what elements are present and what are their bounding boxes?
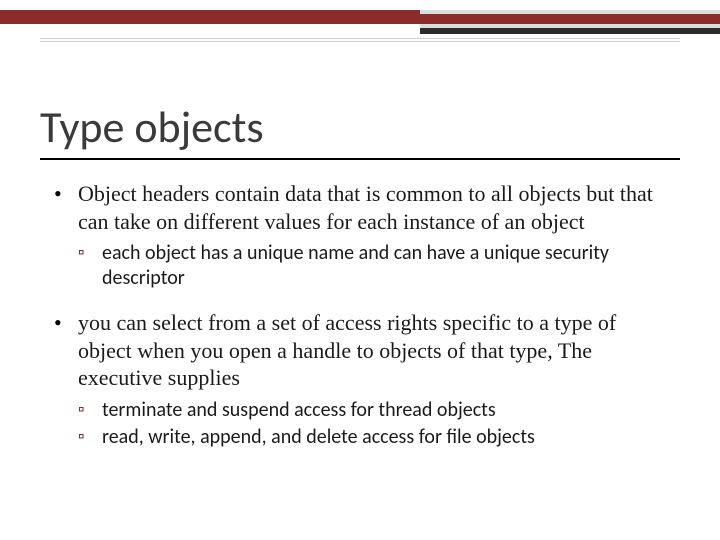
slide-title: Type objects xyxy=(40,100,264,154)
title-underline xyxy=(40,158,680,160)
bullet-text: you can select from a set of access righ… xyxy=(78,310,616,390)
sub-bullet-text: each object has a unique name and can ha… xyxy=(102,241,609,290)
sub-bullet-text: read, write, append, and delete access f… xyxy=(102,425,535,449)
bullet-item: Object headers contain data that is comm… xyxy=(54,180,674,291)
header-rule-1 xyxy=(40,38,680,39)
sub-bullet-item: read, write, append, and delete access f… xyxy=(78,425,674,450)
decorative-header-bars xyxy=(0,0,720,36)
header-rule-2 xyxy=(40,41,680,42)
slide: Type objects Object headers contain data… xyxy=(0,0,720,540)
sub-bullet-item: each object has a unique name and can ha… xyxy=(78,241,674,291)
sub-bullet-item: terminate and suspend access for thread … xyxy=(78,398,674,423)
slide-content: Object headers contain data that is comm… xyxy=(54,180,674,468)
bullet-text: Object headers contain data that is comm… xyxy=(78,181,653,234)
sub-bullet-text: terminate and suspend access for thread … xyxy=(102,398,496,422)
bullet-item: you can select from a set of access righ… xyxy=(54,309,674,450)
